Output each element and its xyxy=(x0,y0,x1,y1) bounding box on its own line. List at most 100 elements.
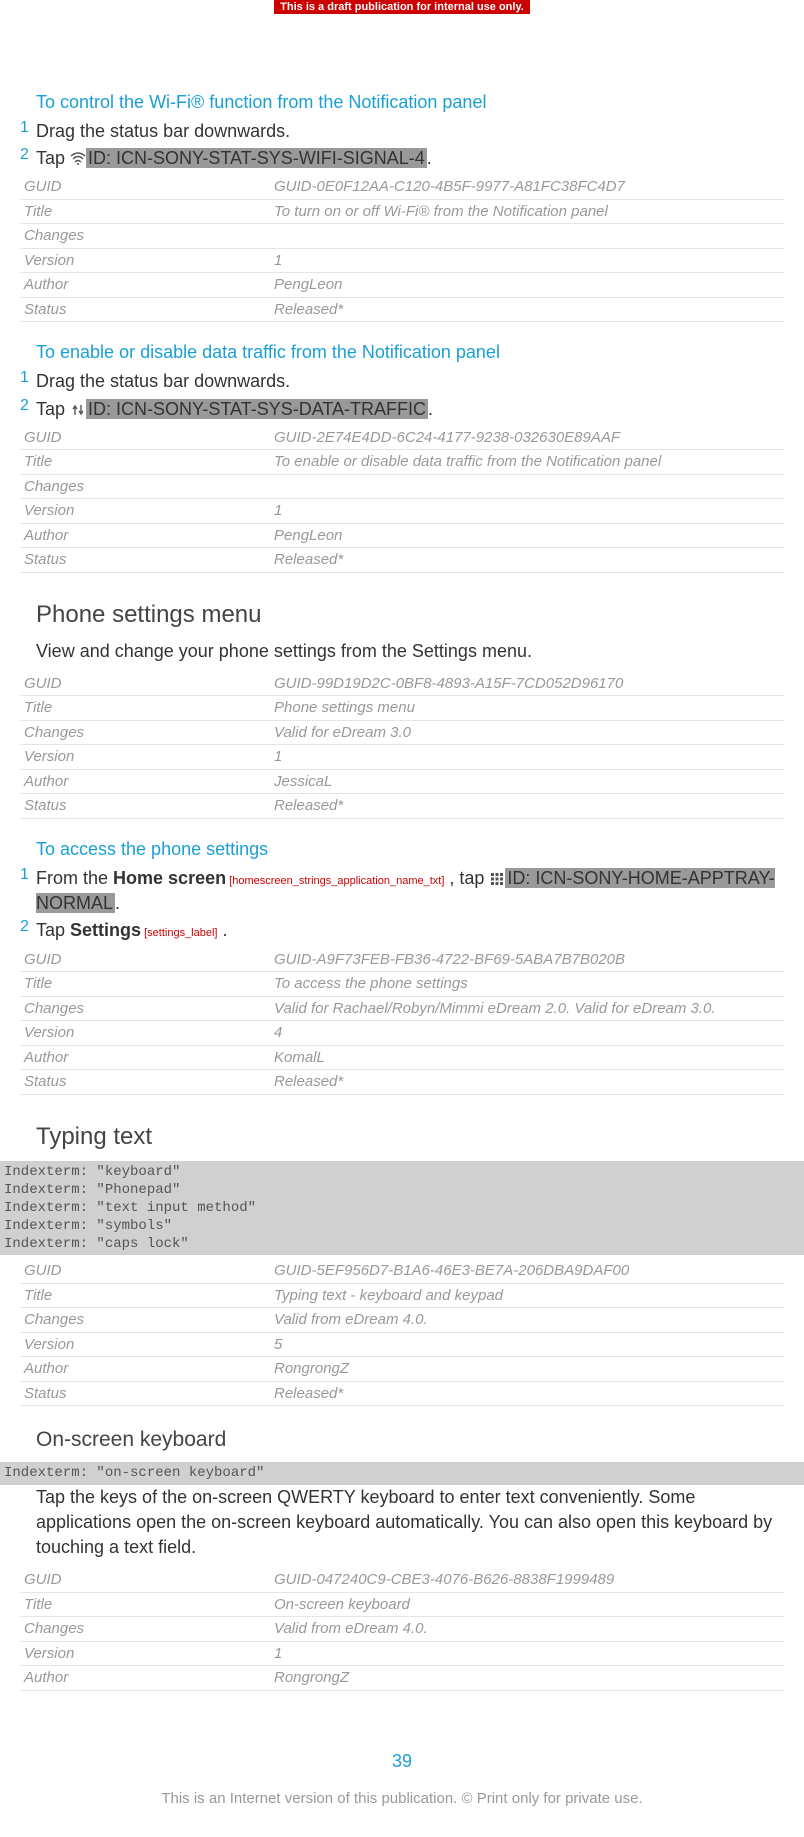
meta-label: GUID xyxy=(20,672,270,696)
step-text: Tap ID: ICN-SONY-STAT-SYS-WIFI-SIGNAL-4. xyxy=(36,146,432,171)
text-fragment: . xyxy=(427,148,432,168)
meta-label: Title xyxy=(20,1592,270,1617)
text-fragment: , tap xyxy=(444,868,489,888)
meta-label: Author xyxy=(20,1666,270,1691)
meta-value: RongrongZ xyxy=(270,1357,784,1382)
meta-label: Changes xyxy=(20,996,270,1021)
meta-value: KomalL xyxy=(270,1045,784,1070)
meta-value: GUID-2E74E4DD-6C24-4177-9238-032630E89AA… xyxy=(270,426,784,450)
meta-label: Author xyxy=(20,769,270,794)
description: View and change your phone settings from… xyxy=(36,639,784,664)
meta-value: Released* xyxy=(270,1070,784,1095)
meta-value: Released* xyxy=(270,1381,784,1406)
meta-value: 4 xyxy=(270,1021,784,1046)
meta-label: Changes xyxy=(20,720,270,745)
meta-value: PengLeon xyxy=(270,273,784,298)
step-row: 1 Drag the status bar downwards. xyxy=(20,369,784,394)
step-number: 1 xyxy=(20,119,36,144)
meta-label: Status xyxy=(20,1381,270,1406)
meta-label: Version xyxy=(20,745,270,770)
meta-table: GUIDGUID-99D19D2C-0BF8-4893-A15F-7CD052D… xyxy=(20,672,784,819)
meta-label: Changes xyxy=(20,1308,270,1333)
meta-label: Title xyxy=(20,696,270,721)
bold-text: Home screen xyxy=(113,868,226,888)
meta-label: GUID xyxy=(20,1568,270,1592)
meta-value: GUID-0E0F12AA-C120-4B5F-9977-A81FC38FC4D… xyxy=(270,175,784,199)
meta-table: GUIDGUID-5EF956D7-B1A6-46E3-BE7A-206DBA9… xyxy=(20,1259,784,1406)
step-number: 2 xyxy=(20,397,36,422)
meta-value xyxy=(270,474,784,499)
meta-label: Changes xyxy=(20,1617,270,1642)
step-text: Tap ID: ICN-SONY-STAT-SYS-DATA-TRAFFIC. xyxy=(36,397,433,422)
heading-onscreen-keyboard: On-screen keyboard xyxy=(36,1428,784,1452)
meta-table: GUIDGUID-047240C9-CBE3-4076-B626-8838F19… xyxy=(20,1568,784,1691)
meta-value: Valid from eDream 4.0. xyxy=(270,1617,784,1642)
meta-label: Author xyxy=(20,273,270,298)
page-number: 39 xyxy=(20,1751,784,1772)
step-text: Tap Settings [settings_label] . xyxy=(36,918,228,943)
text-fragment: . xyxy=(217,920,227,940)
step-row: 2 Tap ID: ICN-SONY-STAT-SYS-DATA-TRAFFIC… xyxy=(20,397,784,422)
meta-value: GUID-047240C9-CBE3-4076-B626-8838F199948… xyxy=(270,1568,784,1592)
indexterm-block: Indexterm: "keyboard" Indexterm: "Phonep… xyxy=(0,1161,804,1256)
meta-value: 1 xyxy=(270,248,784,273)
step-row: 2 Tap ID: ICN-SONY-STAT-SYS-WIFI-SIGNAL-… xyxy=(20,146,784,171)
meta-value: To access the phone settings xyxy=(270,972,784,997)
apptray-icon xyxy=(489,872,505,886)
draft-banner: This is a draft publication for internal… xyxy=(274,0,530,14)
meta-label: GUID xyxy=(20,948,270,972)
meta-value: GUID-A9F73FEB-FB36-4722-BF69-5ABA7B7B020… xyxy=(270,948,784,972)
meta-label: Version xyxy=(20,1641,270,1666)
meta-label: Status xyxy=(20,548,270,573)
meta-label: Version xyxy=(20,1332,270,1357)
meta-label: Title xyxy=(20,972,270,997)
meta-value: To turn on or off Wi-Fi® from the Notifi… xyxy=(270,199,784,224)
step-text: From the Home screen [homescreen_strings… xyxy=(36,866,784,916)
meta-value: To enable or disable data traffic from t… xyxy=(270,450,784,475)
meta-label: Title xyxy=(20,450,270,475)
heading-phone-settings: Phone settings menu xyxy=(36,601,784,629)
meta-label: Version xyxy=(20,1021,270,1046)
meta-label: Title xyxy=(20,199,270,224)
meta-value: GUID-99D19D2C-0BF8-4893-A15F-7CD052D9617… xyxy=(270,672,784,696)
icon-id-ref: ID: ICN-SONY-STAT-SYS-DATA-TRAFFIC xyxy=(86,399,428,419)
meta-value: 5 xyxy=(270,1332,784,1357)
step-text: Drag the status bar downwards. xyxy=(36,369,290,394)
meta-value: Released* xyxy=(270,794,784,819)
bold-text: Settings xyxy=(70,920,141,940)
description: Tap the keys of the on-screen QWERTY key… xyxy=(36,1485,784,1561)
meta-value: JessicaL xyxy=(270,769,784,794)
text-fragment: Tap xyxy=(36,148,70,168)
indexterm-block: Indexterm: "on-screen keyboard" xyxy=(0,1462,804,1484)
meta-value: Released* xyxy=(270,548,784,573)
meta-value: Valid for Rachael/Robyn/Mimmi eDream 2.0… xyxy=(270,996,784,1021)
meta-label: Title xyxy=(20,1283,270,1308)
meta-label: Status xyxy=(20,794,270,819)
meta-table: GUIDGUID-0E0F12AA-C120-4B5F-9977-A81FC38… xyxy=(20,175,784,322)
text-fragment: From the xyxy=(36,868,113,888)
text-fragment: . xyxy=(428,399,433,419)
meta-label: Author xyxy=(20,1045,270,1070)
step-number: 1 xyxy=(20,369,36,394)
meta-value: 1 xyxy=(270,745,784,770)
icon-id-ref: ID: ICN-SONY-STAT-SYS-WIFI-SIGNAL-4 xyxy=(86,148,427,168)
step-text: Drag the status bar downwards. xyxy=(36,119,290,144)
meta-label: Status xyxy=(20,1070,270,1095)
meta-label: Status xyxy=(20,297,270,322)
data-traffic-icon xyxy=(70,403,86,417)
heading-data-traffic: To enable or disable data traffic from t… xyxy=(36,342,784,363)
step-number: 2 xyxy=(20,918,36,943)
meta-value: Released* xyxy=(270,297,784,322)
meta-value: RongrongZ xyxy=(270,1666,784,1691)
meta-label: GUID xyxy=(20,426,270,450)
meta-label: Version xyxy=(20,248,270,273)
meta-label: Author xyxy=(20,1357,270,1382)
meta-label: GUID xyxy=(20,175,270,199)
text-fragment: Tap xyxy=(36,399,70,419)
step-row: 1 Drag the status bar downwards. xyxy=(20,119,784,144)
meta-value: GUID-5EF956D7-B1A6-46E3-BE7A-206DBA9DAF0… xyxy=(270,1259,784,1283)
meta-value: Phone settings menu xyxy=(270,696,784,721)
step-row: 2 Tap Settings [settings_label] . xyxy=(20,918,784,943)
string-id-label: [homescreen_strings_application_name_txt… xyxy=(226,875,444,887)
meta-label: Changes xyxy=(20,224,270,249)
